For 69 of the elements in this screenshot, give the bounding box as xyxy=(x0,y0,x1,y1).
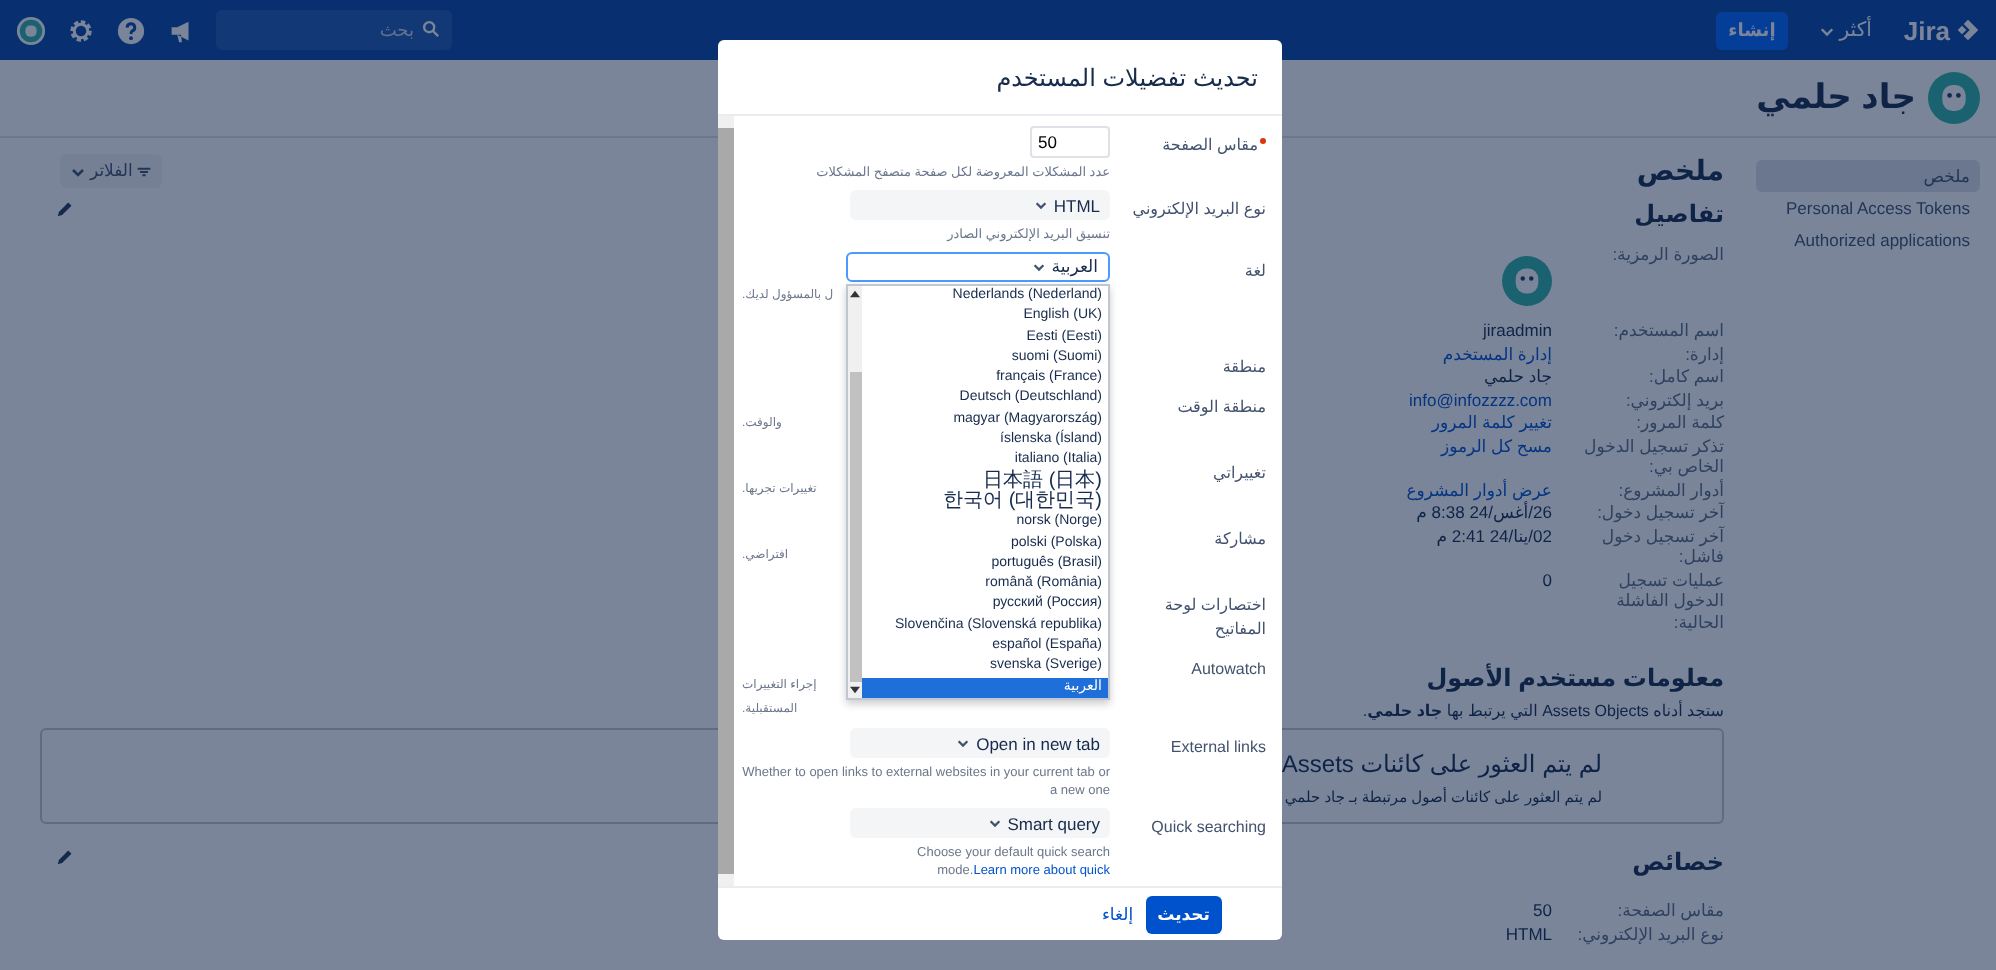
chevron-down-icon xyxy=(1819,23,1834,37)
search-field[interactable]: بحث xyxy=(216,10,452,50)
edit-icon[interactable] xyxy=(56,847,74,865)
filter-icon xyxy=(136,163,153,179)
detail-label: عمليات تسجيل الدخول الفاشلة الحالية: xyxy=(1614,569,1724,632)
detail-label: أدوار المشروع: xyxy=(1616,479,1724,500)
page-size-input[interactable]: 50 xyxy=(1030,126,1110,158)
update-button[interactable]: تحديث xyxy=(1145,895,1222,933)
section-title: تفاصيل xyxy=(1634,200,1724,228)
empty-state-title: لم يتم العثور على كائنات Assets xyxy=(1281,750,1602,778)
user-avatar-icon[interactable] xyxy=(16,15,46,45)
language-option[interactable]: 한국어 (대한민국) xyxy=(862,491,1108,513)
dialog-title: تحديث تفضيلات المستخدم xyxy=(996,63,1258,91)
required-marker-icon xyxy=(1260,138,1266,144)
avatar-icon xyxy=(1928,72,1980,124)
property-label: نوع البريد الإلكتروني: xyxy=(1575,923,1724,944)
detail-label: تذكر تسجيل الدخول الخاص بي: xyxy=(1582,435,1724,477)
arrow-down-icon[interactable] xyxy=(850,685,860,694)
section-title: ملخص xyxy=(1636,154,1724,188)
jira-logo-icon xyxy=(1956,18,1980,42)
detail-label: بريد إلكتروني: xyxy=(1623,389,1724,410)
chevron-down-icon xyxy=(1031,260,1046,274)
property-value: 50 xyxy=(1533,900,1552,920)
property-label: مقاس الصفحة: xyxy=(1615,900,1724,921)
detail-label: إدارة: xyxy=(1683,343,1724,364)
scrollbar[interactable] xyxy=(848,286,862,698)
dropdown-select[interactable]: HTML xyxy=(850,190,1110,220)
field-label: منطقة xyxy=(1220,356,1266,380)
field-label: مشاركة xyxy=(1212,528,1266,552)
detail-label: كلمة المرور: xyxy=(1634,412,1724,433)
chevron-down-icon xyxy=(70,163,86,179)
detail-label: آخر تسجيل دخول فاشل: xyxy=(1599,525,1724,567)
detail-value: جاد حلمي xyxy=(1483,366,1552,386)
field-label: نوع البريد الإلكتروني xyxy=(1130,198,1266,222)
field-label: مقاس الصفحة xyxy=(1122,126,1266,182)
cancel-link[interactable]: إلغاء xyxy=(1101,903,1134,925)
field-label: تغييراتي xyxy=(1211,462,1266,486)
detail-label: اسم المستخدم: xyxy=(1611,320,1724,341)
field-label: لغة xyxy=(1242,260,1266,284)
property-value: HTML xyxy=(1505,923,1552,943)
field-label: Autowatch xyxy=(1189,658,1266,682)
detail-value: jiraadmin xyxy=(1483,320,1552,340)
chevron-down-icon xyxy=(1033,198,1048,212)
help-icon[interactable] xyxy=(116,15,146,45)
user-name-title: جاد حلمي xyxy=(1756,78,1916,118)
dropdown-select[interactable]: العربية xyxy=(846,252,1110,282)
assets-description: ستجد أدناه Assets Objects التي يرتبط بها جاد حلمي. xyxy=(1362,702,1724,720)
avatar-icon xyxy=(1502,256,1552,306)
chevron-down-icon xyxy=(956,736,971,750)
chevron-down-icon xyxy=(987,816,1002,830)
edit-icon[interactable] xyxy=(56,199,74,217)
field-label: External links xyxy=(1168,736,1266,760)
detail-label: اسم كامل: xyxy=(1647,366,1724,387)
detail-label: آخر تسجيل دخول: xyxy=(1595,502,1724,523)
field-label: Quick searching xyxy=(1149,816,1266,840)
settings-icon[interactable] xyxy=(66,15,96,45)
detail-value: 0 xyxy=(1542,569,1552,589)
dropdown-select[interactable]: Open in new tab xyxy=(850,728,1110,758)
scrollbar[interactable] xyxy=(718,116,734,886)
section-title: معلومات مستخدم الأصول xyxy=(1426,664,1724,692)
field-label: منطقة الوقت xyxy=(1175,396,1266,420)
language-option[interactable]: 日本語 (日本) xyxy=(862,471,1108,492)
detail-value: 02/ينا/24 2:41 م xyxy=(1436,525,1552,545)
section-title: خصائص xyxy=(1632,848,1724,876)
detail-label: الصورة الرمزية: xyxy=(1610,244,1724,269)
dropdown-select[interactable]: Smart query xyxy=(850,808,1110,838)
arrow-up-icon[interactable] xyxy=(850,290,860,298)
field-label: اختصارات لوحة المفاتيح xyxy=(1162,594,1266,642)
detail-value: 26/أغس/24 8:38 م xyxy=(1416,502,1552,522)
